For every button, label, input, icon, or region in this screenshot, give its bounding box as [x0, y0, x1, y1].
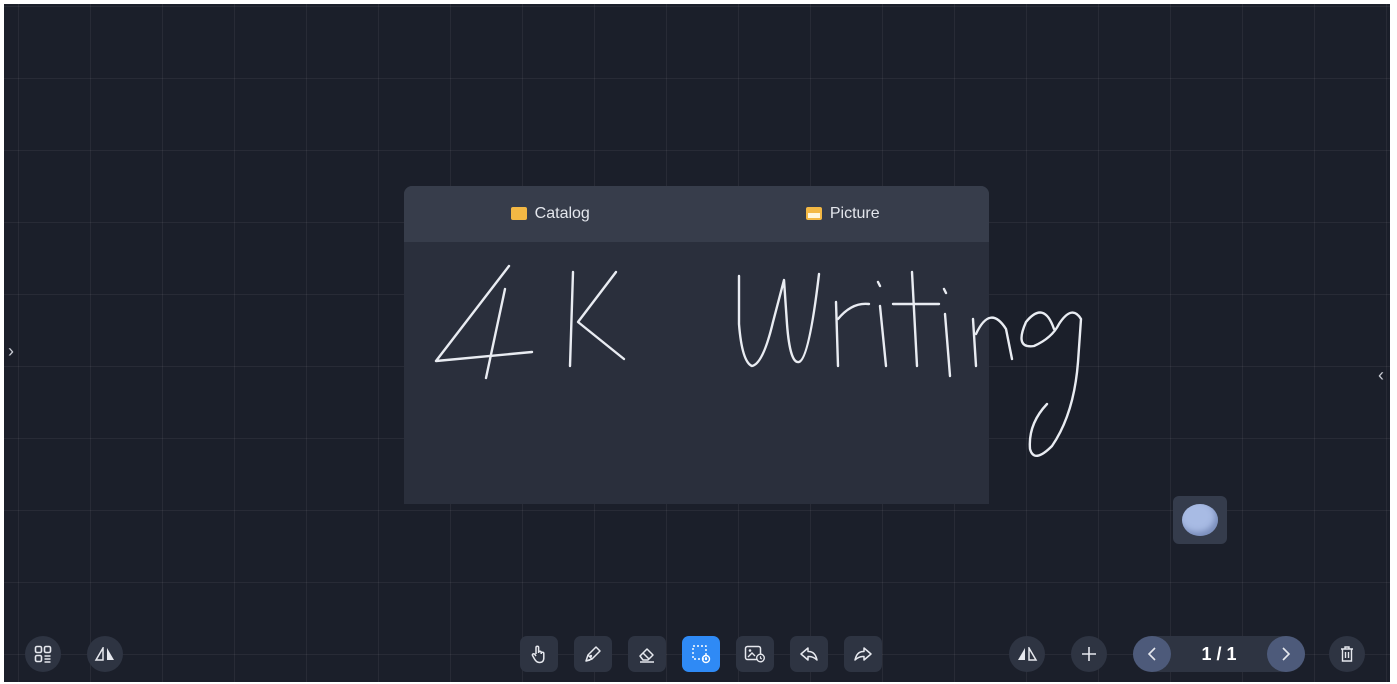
- trash-icon: [1341, 646, 1353, 662]
- delete-button[interactable]: [1329, 636, 1365, 672]
- flip-icon: [94, 647, 114, 661]
- expand-right-arrow-icon[interactable]: ‹: [1378, 366, 1384, 384]
- insert-image-icon: [744, 645, 765, 663]
- undo-button[interactable]: [790, 636, 828, 672]
- folder-icon: [510, 206, 527, 220]
- tab-catalog-label: Catalog: [534, 205, 590, 222]
- tab-picture[interactable]: Picture: [697, 205, 990, 223]
- tool-eraser-button[interactable]: [628, 636, 666, 672]
- tab-picture-label: Picture: [829, 205, 880, 222]
- next-page-button[interactable]: [1267, 636, 1305, 672]
- tool-pen-button[interactable]: [574, 636, 612, 672]
- picture-icon: [805, 206, 822, 220]
- tab-catalog[interactable]: Catalog: [404, 205, 697, 223]
- chevron-left-icon: [1147, 647, 1156, 661]
- select-icon: [692, 645, 711, 664]
- floating-ball-icon: [1182, 504, 1218, 536]
- tool-insert-image-button[interactable]: [736, 636, 774, 672]
- previous-page-button[interactable]: [1133, 636, 1171, 672]
- eraser-icon: [639, 648, 654, 663]
- grid-menu-icon: [34, 645, 52, 663]
- page-navigator: 1 / 1: [1133, 636, 1305, 672]
- add-page-button[interactable]: [1071, 636, 1107, 672]
- plus-icon: [1082, 647, 1096, 661]
- tool-hand-button[interactable]: [520, 636, 558, 672]
- tool-select-button[interactable]: [682, 636, 720, 672]
- hand-icon: [531, 645, 545, 664]
- mirror-button[interactable]: [1009, 636, 1045, 672]
- mirror-icon: [1018, 647, 1038, 661]
- undo-icon: [800, 647, 818, 661]
- floating-assistant-button[interactable]: [1173, 496, 1227, 544]
- panel-header: Catalog Picture: [404, 186, 989, 242]
- chevron-right-icon: [1282, 647, 1291, 661]
- flip-button[interactable]: [87, 636, 123, 672]
- resource-panel: Catalog Picture: [404, 186, 989, 504]
- whiteboard-canvas[interactable]: › ‹ Catalog Picture 1 / 1: [4, 4, 1390, 682]
- expand-left-arrow-icon[interactable]: ›: [8, 342, 14, 360]
- redo-button[interactable]: [844, 636, 882, 672]
- pen-icon: [585, 646, 601, 662]
- redo-icon: [854, 647, 872, 661]
- grid-menu-button[interactable]: [25, 636, 61, 672]
